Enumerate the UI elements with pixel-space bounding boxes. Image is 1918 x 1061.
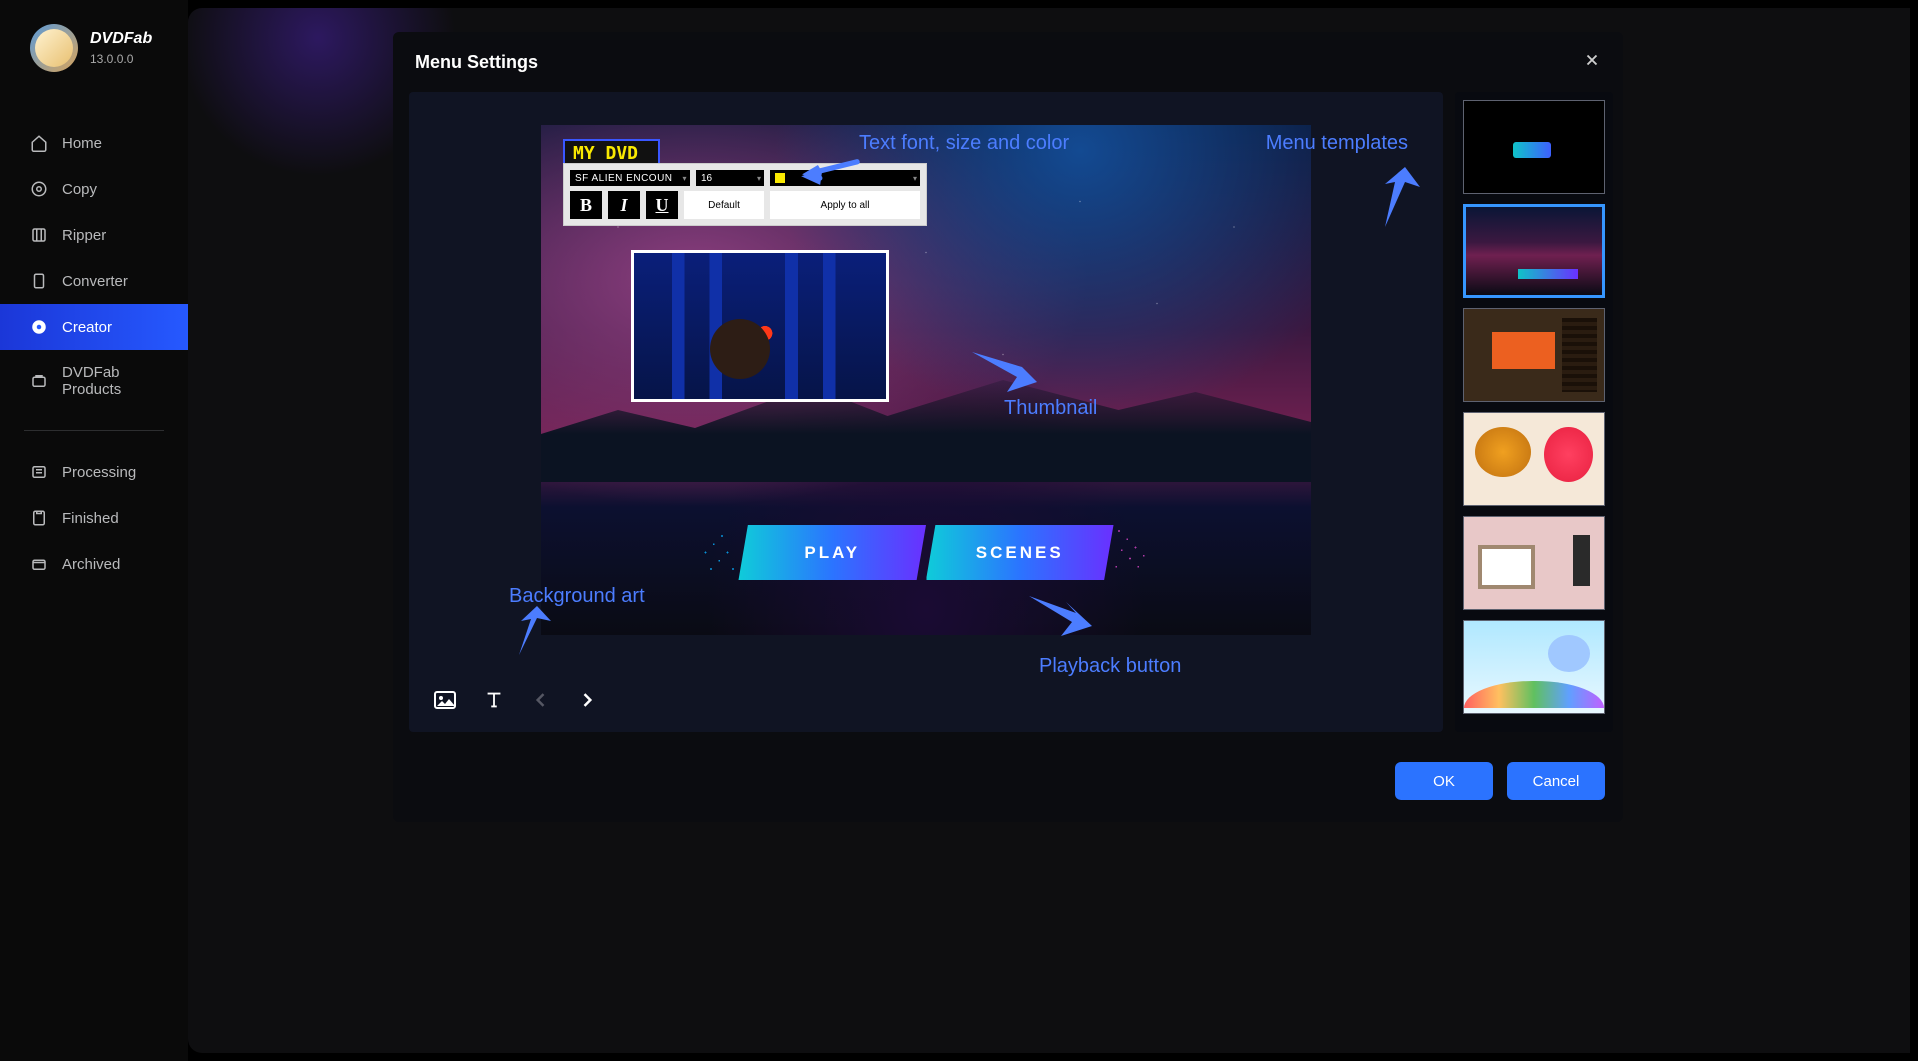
nav-separator	[24, 430, 164, 431]
sidebar-item-label: Archived	[62, 556, 120, 573]
close-icon[interactable]	[1583, 50, 1601, 74]
logo-section: DVDFab 13.0.0.0	[0, 24, 188, 96]
font-size-select[interactable]: 16	[696, 170, 764, 186]
sidebar: DVDFab 13.0.0.0 Home Copy Rip	[0, 0, 188, 1061]
sidebar-item-processing[interactable]: Processing	[0, 449, 188, 495]
sidebar-item-products[interactable]: DVDFab Products	[0, 350, 188, 412]
background-image-icon[interactable]	[433, 688, 457, 712]
template-item[interactable]	[1463, 516, 1605, 610]
modal-title: Menu Settings	[415, 52, 538, 73]
sidebar-item-ripper[interactable]: Ripper	[0, 212, 188, 258]
chevron-right-icon[interactable]	[577, 690, 597, 710]
copy-icon	[30, 180, 48, 198]
sidebar-item-label: Copy	[62, 181, 97, 198]
sidebar-item-archived[interactable]: Archived	[0, 541, 188, 587]
menu-settings-modal: Menu Settings MY DVD SF ALIEN ENCOUN	[393, 32, 1623, 822]
sidebar-item-label: Finished	[62, 510, 119, 527]
main-area: Menu Settings MY DVD SF ALIEN ENCOUN	[188, 8, 1910, 1053]
template-item[interactable]	[1463, 412, 1605, 506]
bottom-tools	[409, 668, 1443, 732]
converter-icon	[30, 272, 48, 290]
template-item[interactable]	[1463, 100, 1605, 194]
sidebar-item-finished[interactable]: Finished	[0, 495, 188, 541]
products-icon	[30, 372, 48, 390]
bold-button[interactable]: B	[570, 191, 602, 219]
ok-button[interactable]: OK	[1395, 762, 1493, 800]
video-thumbnail[interactable]	[631, 250, 889, 402]
decorative-dots-icon	[684, 525, 739, 580]
ripper-icon	[30, 226, 48, 244]
preview-column: MY DVD SF ALIEN ENCOUN 16 B I	[409, 92, 1443, 732]
sidebar-item-label: Processing	[62, 464, 136, 481]
text-style-toolbar: SF ALIEN ENCOUN 16 B I U Default Apply	[563, 163, 927, 226]
template-item[interactable]	[1463, 620, 1605, 714]
playback-button-bar: PLAY SCENES	[739, 525, 1114, 580]
apply-to-all-button[interactable]: Apply to all	[770, 191, 920, 219]
sidebar-item-label: Home	[62, 135, 102, 152]
brand-name: DVDFab	[90, 30, 152, 48]
sidebar-item-home[interactable]: Home	[0, 120, 188, 166]
archived-icon	[30, 555, 48, 573]
decorative-dots-icon	[1114, 520, 1169, 575]
chevron-left-icon[interactable]	[531, 690, 551, 710]
creator-icon	[30, 318, 48, 336]
text-tool-icon[interactable]	[483, 689, 505, 711]
underline-button[interactable]: U	[646, 191, 678, 219]
processing-icon	[30, 463, 48, 481]
template-item[interactable]	[1463, 204, 1605, 298]
cancel-button[interactable]: Cancel	[1507, 762, 1605, 800]
template-item[interactable]	[1463, 308, 1605, 402]
sidebar-item-label: Converter	[62, 273, 128, 290]
version-label: 13.0.0.0	[90, 52, 152, 66]
default-button[interactable]: Default	[684, 191, 764, 219]
finished-icon	[30, 509, 48, 527]
sidebar-item-creator[interactable]: Creator	[0, 304, 188, 350]
sidebar-item-converter[interactable]: Converter	[0, 258, 188, 304]
sidebar-item-label: DVDFab Products	[62, 364, 164, 398]
italic-button[interactable]: I	[608, 191, 640, 219]
dvd-menu-canvas[interactable]: MY DVD SF ALIEN ENCOUN 16 B I	[541, 125, 1311, 635]
arrow-icon	[1365, 162, 1425, 232]
font-family-select[interactable]: SF ALIEN ENCOUN	[570, 170, 690, 186]
play-button[interactable]: PLAY	[739, 525, 927, 580]
sidebar-item-label: Creator	[62, 319, 112, 336]
sidebar-item-label: Ripper	[62, 227, 106, 244]
brand-avatar-icon	[30, 24, 78, 72]
nav-list: Home Copy Ripper Converter	[0, 96, 188, 587]
home-icon	[30, 134, 48, 152]
scenes-button[interactable]: SCENES	[926, 525, 1114, 580]
template-list[interactable]	[1455, 92, 1613, 732]
sidebar-item-copy[interactable]: Copy	[0, 166, 188, 212]
color-swatch-icon	[775, 173, 785, 183]
font-color-select[interactable]	[770, 170, 920, 186]
